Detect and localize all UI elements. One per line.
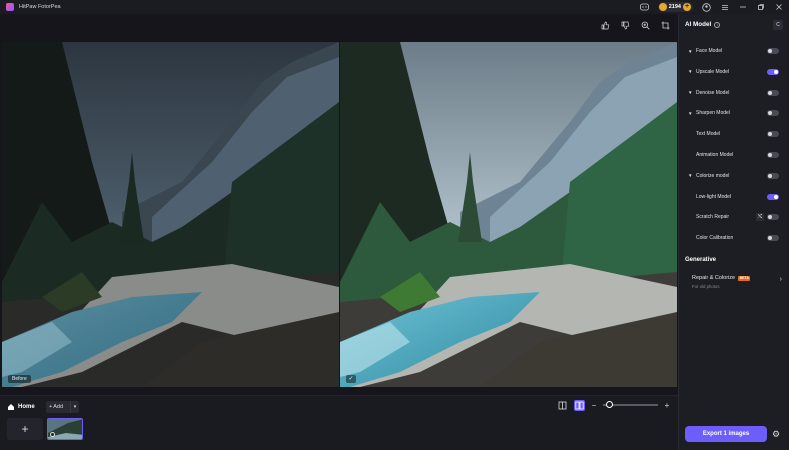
- ai-model-sidebar: AI Model i C ▼ Face Model ▼ Upscale Model ▼ D…: [678, 14, 789, 450]
- zoom-slider-handle[interactable]: [606, 401, 613, 408]
- thumbs-down-icon[interactable]: [620, 20, 630, 30]
- single-view-icon[interactable]: [557, 400, 568, 411]
- chevron-right-icon: ›: [779, 276, 782, 283]
- repair-colorize-card[interactable]: Repair & Colorize BETA For old photos ›: [686, 269, 782, 293]
- model-label: Low-light Model: [696, 193, 732, 200]
- model-row[interactable]: Scratch Repair ⤭: [679, 211, 789, 223]
- before-label: Before: [8, 375, 31, 383]
- sidebar-title: AI Model: [685, 21, 712, 28]
- model-label: Face Model: [696, 48, 723, 54]
- add-button[interactable]: + Add ▾: [46, 401, 79, 413]
- model-label: Text Model: [696, 131, 721, 138]
- model-label: Sharpen Model: [696, 110, 730, 117]
- minimize-icon[interactable]: [738, 3, 747, 12]
- model-toggle[interactable]: [767, 172, 779, 179]
- model-toggle[interactable]: [767, 214, 779, 221]
- buy-credits-icon[interactable]: +: [683, 3, 691, 11]
- view-controls: − +: [557, 398, 670, 412]
- model-toggle[interactable]: [767, 110, 779, 117]
- plus-icon: +: [49, 404, 53, 410]
- model-label: Colorize model: [696, 172, 730, 179]
- model-row[interactable]: ▼ Face Model: [679, 45, 789, 57]
- expand-arrow-icon[interactable]: ▼: [688, 173, 692, 178]
- gear-icon[interactable]: ⚙: [772, 430, 781, 439]
- model-label: Denoise Model: [696, 89, 730, 96]
- model-row[interactable]: Animation Model: [679, 149, 789, 161]
- model-toggle[interactable]: [767, 48, 779, 54]
- beta-badge: BETA: [738, 275, 751, 281]
- home-label: Home: [18, 404, 35, 410]
- model-toggle[interactable]: [767, 131, 779, 138]
- bottom-bar: Home + Add ▾ + − +: [0, 396, 678, 450]
- model-row[interactable]: Color Calibration: [679, 232, 789, 244]
- reset-icon[interactable]: C: [773, 20, 783, 30]
- close-icon[interactable]: [774, 3, 783, 12]
- model-row[interactable]: Low-light Model: [679, 191, 789, 203]
- model-row[interactable]: ▼ Denoise Model: [679, 87, 789, 99]
- model-row[interactable]: ▼ Sharpen Model: [679, 107, 789, 119]
- credits-count: 2194: [668, 4, 681, 10]
- add-image-tile[interactable]: +: [7, 418, 43, 440]
- expand-arrow-icon[interactable]: ▼: [688, 90, 692, 95]
- zoom-slider[interactable]: [603, 401, 658, 408]
- model-label: Color Calibration: [696, 235, 734, 242]
- model-row[interactable]: ▼ Upscale Model: [679, 66, 789, 78]
- repair-subtitle: For old photos: [692, 284, 720, 289]
- export-button[interactable]: Export 1 images: [685, 426, 767, 442]
- expand-arrow-icon[interactable]: ▼: [688, 69, 692, 74]
- image-thumbnail[interactable]: [47, 418, 83, 440]
- scratch-brush-icon[interactable]: ⤭: [756, 213, 764, 222]
- sidebar-header: AI Model i: [685, 21, 721, 28]
- home-button[interactable]: Home: [7, 401, 35, 413]
- before-image[interactable]: Before: [2, 42, 339, 387]
- user-icon[interactable]: [702, 2, 711, 12]
- thumbs-up-icon[interactable]: [600, 20, 610, 30]
- title-bar: HitPaw FotorPea 2194 +: [0, 0, 789, 14]
- model-toggle[interactable]: [767, 89, 779, 96]
- model-toggle[interactable]: [767, 68, 779, 75]
- after-image[interactable]: ✓: [340, 42, 677, 387]
- check-icon: ✓: [346, 375, 356, 383]
- zoom-in-button[interactable]: +: [664, 401, 670, 410]
- thumbnail-status-icon: [50, 432, 55, 437]
- coin-icon: [658, 3, 667, 11]
- zoom-in-icon[interactable]: [640, 20, 650, 30]
- info-icon[interactable]: i: [714, 21, 721, 28]
- split-view-icon[interactable]: [574, 399, 585, 411]
- image-toolbar: [600, 20, 670, 30]
- editor-area: Before ✓ Home + Add ▾ + − +: [0, 14, 678, 450]
- expand-arrow-icon[interactable]: ▼: [688, 49, 692, 54]
- credits-badge[interactable]: 2194 +: [657, 2, 693, 12]
- model-row[interactable]: Text Model: [679, 128, 789, 140]
- crop-icon[interactable]: [660, 20, 670, 30]
- generative-title: Generative: [685, 257, 717, 263]
- discord-icon[interactable]: [639, 3, 649, 12]
- model-label: Upscale Model: [696, 68, 730, 75]
- repair-title: Repair & Colorize: [692, 275, 736, 281]
- menu-icon[interactable]: [720, 3, 729, 12]
- restore-icon[interactable]: [756, 3, 765, 12]
- add-label: Add: [53, 404, 64, 410]
- model-toggle[interactable]: [767, 235, 779, 242]
- chevron-down-icon[interactable]: ▾: [70, 401, 79, 413]
- model-row[interactable]: ▼ Colorize model: [679, 170, 789, 182]
- model-label: Animation Model: [696, 152, 734, 158]
- model-toggle[interactable]: [767, 193, 779, 200]
- app-logo-icon: [6, 3, 14, 11]
- zoom-out-icon[interactable]: −: [591, 401, 597, 410]
- expand-arrow-icon[interactable]: ▼: [688, 111, 692, 116]
- model-label: Scratch Repair: [696, 214, 730, 221]
- model-toggle[interactable]: [767, 152, 779, 158]
- app-title: HitPaw FotorPea: [19, 4, 61, 10]
- home-icon: [8, 404, 14, 410]
